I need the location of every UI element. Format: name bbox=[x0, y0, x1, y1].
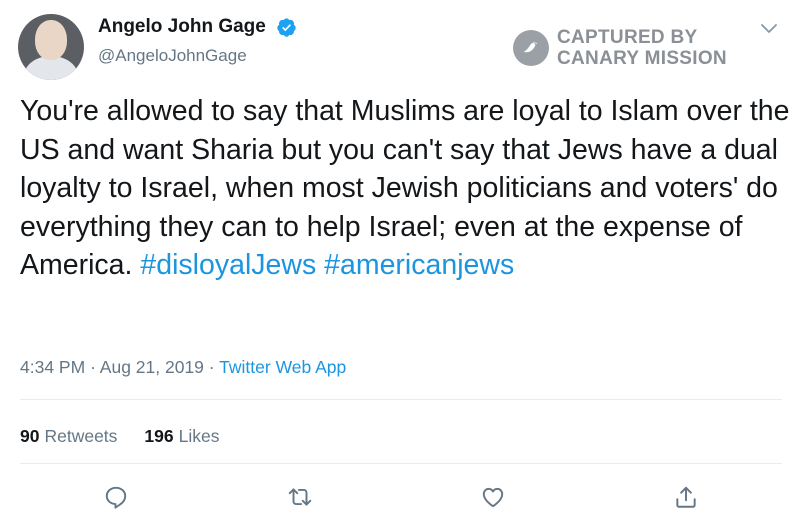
retweet-icon[interactable] bbox=[287, 484, 313, 510]
avatar-head bbox=[35, 20, 67, 60]
tweet-text: You're allowed to say that Muslims are l… bbox=[20, 92, 790, 285]
chevron-down-icon[interactable] bbox=[760, 21, 778, 35]
reply-icon[interactable] bbox=[103, 484, 129, 510]
retweets-count: 90 bbox=[20, 426, 40, 446]
hashtag-link[interactable]: #disloyalJews bbox=[140, 249, 316, 281]
canary-bird-icon bbox=[513, 30, 549, 66]
like-icon[interactable] bbox=[480, 484, 506, 510]
tweet-stats: 90 Retweets 196 Likes bbox=[20, 426, 219, 447]
tweet-card: Angelo John Gage @AngeloJohnGage CAPTURE… bbox=[0, 0, 800, 532]
watermark-line-1: CAPTURED BY bbox=[557, 27, 698, 48]
tweet-date[interactable]: Aug 21, 2019 bbox=[100, 357, 204, 377]
watermark-line-2: CANARY MISSION bbox=[557, 48, 727, 69]
user-handle[interactable]: @AngeloJohnGage bbox=[98, 46, 247, 66]
likes-label: Likes bbox=[178, 426, 220, 446]
divider bbox=[20, 399, 782, 400]
retweets-label: Retweets bbox=[44, 426, 118, 446]
likes-stat[interactable]: 196 Likes bbox=[144, 426, 219, 446]
retweets-stat[interactable]: 90 Retweets bbox=[20, 426, 117, 446]
avatar[interactable] bbox=[18, 14, 84, 80]
hashtag-link[interactable]: #americanjews bbox=[324, 249, 514, 281]
divider bbox=[20, 463, 782, 464]
verified-badge-icon bbox=[277, 18, 296, 37]
user-display-name[interactable]: Angelo John Gage bbox=[98, 16, 266, 38]
share-icon[interactable] bbox=[673, 484, 699, 510]
meta-separator: · bbox=[90, 357, 96, 377]
likes-count: 196 bbox=[144, 426, 174, 446]
tweet-metadata: 4:34 PM · Aug 21, 2019 · Twitter Web App bbox=[20, 357, 346, 378]
meta-separator: · bbox=[208, 357, 215, 377]
canary-mission-watermark: CAPTURED BY CANARY MISSION bbox=[513, 27, 727, 69]
tweet-source-link[interactable]: Twitter Web App bbox=[219, 357, 346, 377]
tweet-time[interactable]: 4:34 PM bbox=[20, 357, 85, 377]
